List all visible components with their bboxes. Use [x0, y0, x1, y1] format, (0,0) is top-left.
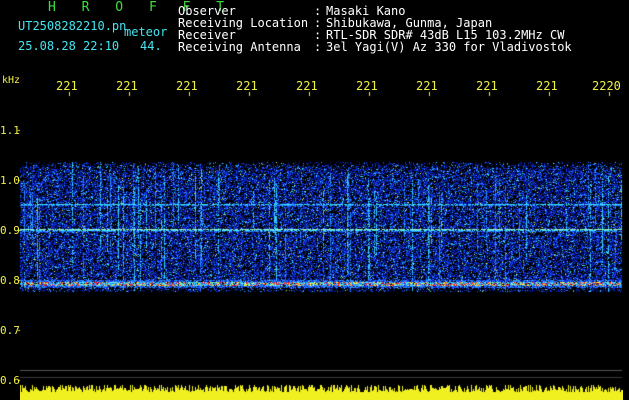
time-axis-tick: 221 — [296, 79, 318, 93]
time-axis-tick: 221 — [476, 79, 498, 93]
frequency-axis-tick: 0.8 — [0, 274, 20, 287]
category-label: meteor — [124, 25, 168, 39]
file-name: UT2508282210.pn — [18, 19, 127, 33]
spectrogram-waterfall — [0, 0, 629, 400]
info-label-antenna: Receiving Antenna — [178, 40, 301, 54]
time-axis-tick: 221 — [536, 79, 558, 93]
time-axis-tick: 221 — [236, 79, 258, 93]
timestamp: 25.08.28 22:10 — [18, 39, 120, 53]
frequency-axis-tick: 0.6 — [0, 374, 20, 387]
time-axis-tick: 2220 — [592, 79, 621, 93]
time-axis-tick: 221 — [116, 79, 138, 93]
frequency-axis-tick: 1.0 — [0, 174, 20, 187]
time-axis-tick: 221 — [416, 79, 438, 93]
time-axis-tick: 221 — [56, 79, 78, 93]
header-value: 44. — [140, 39, 162, 53]
frequency-axis-tick: 0.9 — [0, 224, 20, 237]
time-axis-tick: 221 — [356, 79, 378, 93]
info-value-antenna: 3el Yagi(V) Az 330 for Vladivostok — [326, 40, 572, 54]
frequency-axis-tick: 1.1 — [0, 124, 20, 137]
signal-level-strip — [20, 384, 623, 400]
frequency-axis-tick: 0.7 — [0, 324, 20, 337]
hrofft-spectrogram-window: H R O F F T UT2508282210.pn meteor 25.08… — [0, 0, 629, 400]
time-axis-tick: 221 — [176, 79, 198, 93]
frequency-unit-label: kHz — [2, 75, 21, 86]
info-separator: : — [314, 40, 322, 54]
